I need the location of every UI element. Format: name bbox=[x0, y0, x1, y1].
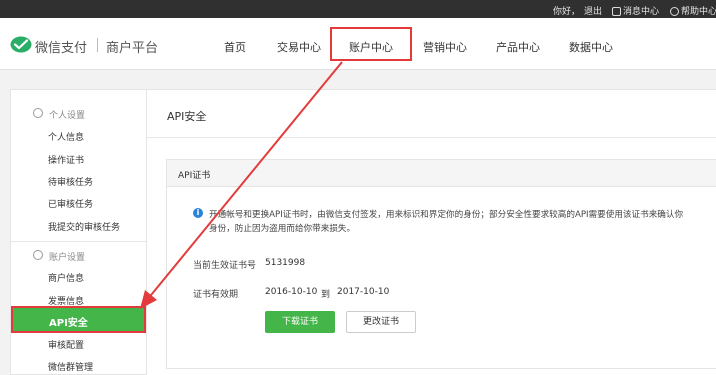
section-account-settings: 账户设置 bbox=[49, 253, 86, 263]
notice-line-1: 开通帐号和更换API证书时，由微信支付签发，用来标识和界定你的身份；部分安全性要… bbox=[209, 210, 684, 220]
cert-number-value: 5131998 bbox=[265, 258, 306, 268]
nav-highlight-box bbox=[330, 27, 412, 61]
nav-home[interactable]: 首页 bbox=[224, 39, 246, 55]
sidebar-item-pending-review[interactable]: 待审核任务 bbox=[48, 175, 93, 188]
nav-data-center[interactable]: 数据中心 bbox=[569, 39, 613, 55]
notice-line-2: 身份，防止因为盗用而给你带来损失。 bbox=[209, 224, 356, 234]
title-divider bbox=[147, 137, 716, 138]
gear-icon bbox=[33, 250, 43, 260]
card-title: API证书 bbox=[178, 171, 211, 181]
main-header: 微信支付 商户平台 首页 交易中心 账户中心 营销中心 产品中心 数据中心 bbox=[0, 18, 716, 70]
valid-from: 2016-10-10 bbox=[265, 287, 318, 297]
sidebar-item-label: API安全 bbox=[49, 318, 88, 329]
sidebar-item-api-security[interactable]: API安全 bbox=[11, 306, 146, 333]
sidebar: 个人设置 个人信息 操作证书 待审核任务 已审核任务 我提交的审核任务 账户设置… bbox=[10, 89, 147, 375]
nav-marketing-center[interactable]: 营销中心 bbox=[423, 39, 467, 55]
help-center-link[interactable]: 帮助中心 bbox=[670, 4, 716, 17]
main-content: API安全 API证书 i 开通帐号和更换API证书时，由微信支付签发，用来标识… bbox=[147, 89, 716, 375]
card-header: API证书 bbox=[167, 160, 716, 187]
cert-validity-label: 证书有效期 bbox=[193, 290, 239, 300]
sidebar-item-wechat-group[interactable]: 微信群管理 bbox=[48, 360, 93, 373]
greeting-text: 你好， bbox=[553, 7, 581, 17]
info-icon: i bbox=[193, 208, 203, 218]
logo-divider bbox=[97, 38, 98, 52]
brand-name: 微信支付 bbox=[35, 41, 88, 56]
user-icon bbox=[33, 108, 43, 118]
sidebar-item-my-submitted[interactable]: 我提交的审核任务 bbox=[48, 220, 120, 233]
nav-product-center[interactable]: 产品中心 bbox=[496, 39, 540, 55]
sidebar-item-review-config[interactable]: 审核配置 bbox=[48, 338, 84, 351]
api-cert-card: API证书 i 开通帐号和更换API证书时，由微信支付签发，用来标识和界定你的身… bbox=[166, 159, 716, 369]
top-utility-bar: 你好， 退出 消息中心 帮助中心 bbox=[0, 0, 716, 18]
sidebar-item-reviewed[interactable]: 已审核任务 bbox=[48, 197, 93, 210]
message-icon bbox=[612, 7, 621, 16]
download-cert-button[interactable]: 下载证书 bbox=[265, 311, 335, 333]
page-title: API安全 bbox=[167, 110, 207, 123]
wechat-pay-logo-icon bbox=[10, 36, 32, 53]
section-personal-settings: 个人设置 bbox=[49, 111, 86, 121]
sidebar-divider bbox=[11, 241, 146, 242]
platform-name: 商户平台 bbox=[106, 41, 159, 56]
help-icon bbox=[670, 7, 679, 16]
sidebar-item-merchant-info[interactable]: 商户信息 bbox=[48, 271, 84, 284]
change-cert-button[interactable]: 更改证书 bbox=[346, 311, 416, 333]
logout-link[interactable]: 退出 bbox=[584, 4, 602, 17]
cert-number-label: 当前生效证书号 bbox=[193, 261, 257, 271]
nav-trade-center[interactable]: 交易中心 bbox=[277, 39, 321, 55]
message-center-link[interactable]: 消息中心 bbox=[612, 4, 659, 17]
valid-to-separator: 到 bbox=[321, 290, 331, 300]
valid-to: 2017-10-10 bbox=[337, 287, 390, 297]
sidebar-item-operation-cert[interactable]: 操作证书 bbox=[48, 153, 84, 166]
sidebar-item-personal-info[interactable]: 个人信息 bbox=[48, 130, 84, 143]
